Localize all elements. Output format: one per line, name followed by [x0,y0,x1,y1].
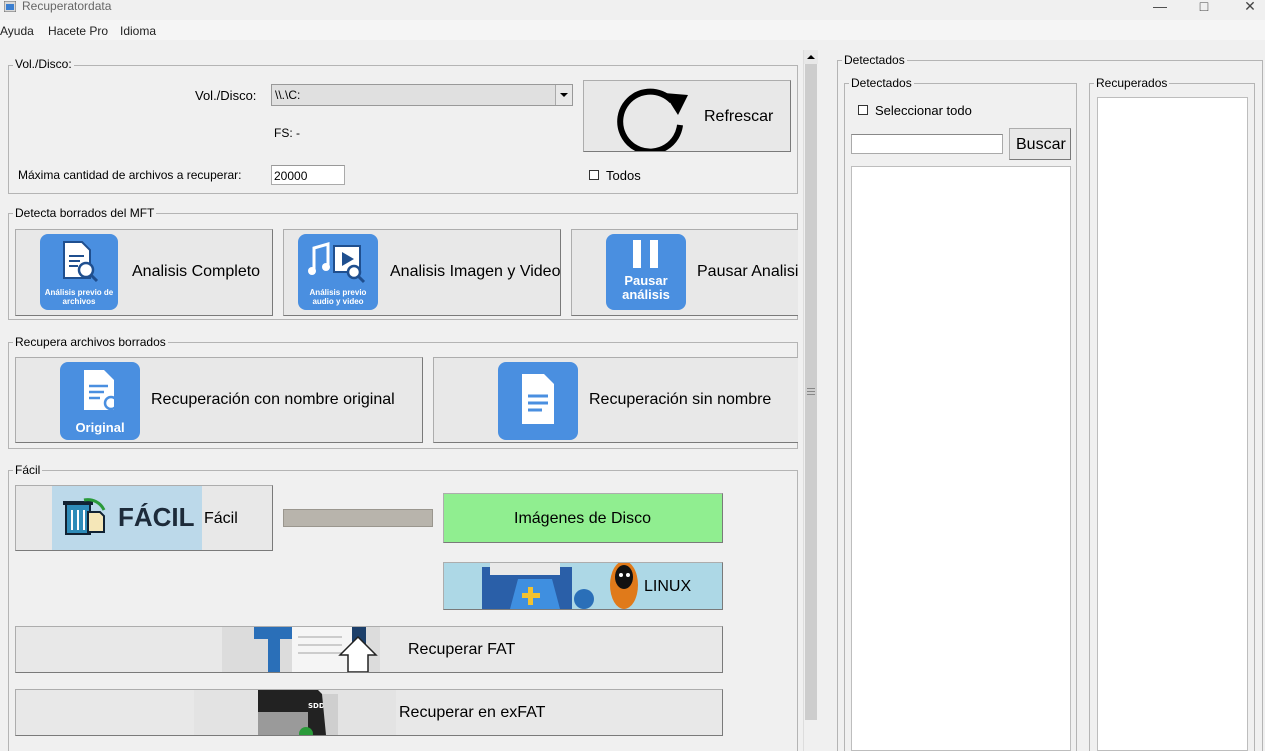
fat-icon [222,627,380,672]
media-analysis-button[interactable]: Análisis previo audio y video Analisis I… [283,229,561,316]
recover-original-label: Recuperación con nombre original [151,391,395,408]
detected-list[interactable] [851,166,1071,751]
volume-label: Vol./Disco: [195,88,257,103]
refresh-button[interactable]: Refrescar [583,80,791,152]
media-analysis-icon-caption: Análisis previo audio y video [309,288,367,306]
max-files-label: Máxima cantidad de archivos a recuperar: [18,168,242,182]
select-all-checkbox[interactable] [858,105,868,115]
sd-card-icon: SDD [194,690,396,735]
recover-group-legend: Recupera archivos borrados [13,335,168,349]
document-restore-icon: Original [60,362,140,440]
recover-exfat-label: Recuperar en exFAT [399,704,546,721]
progress-bar [283,509,433,527]
trash-restore-icon [63,498,106,535]
max-files-input[interactable]: 20000 [271,165,345,185]
sd-card-caption: SDD [308,702,325,710]
vertical-scrollbar[interactable] [803,50,818,751]
mft-group-legend: Detecta borrados del MFT [13,206,157,220]
title-bar: Recuperatordata — □ ✕ [0,0,1265,20]
recovered-list[interactable] [1097,97,1248,751]
volume-select-value: \\.\C: [275,88,301,102]
full-analysis-label: Analisis Completo [132,263,261,280]
full-analysis-icon-caption: Análisis previo de archivos [44,288,114,306]
easy-group-legend: Fácil [13,463,43,477]
chevron-down-icon[interactable] [555,85,572,105]
menu-ayuda[interactable]: Ayuda [0,24,34,38]
easy-button[interactable]: FÁCIL Fácil [15,485,273,551]
linux-button[interactable]: LINUX [443,562,723,610]
disk-images-label: Imágenes de Disco [514,510,651,527]
full-analysis-button[interactable]: Análisis previo de archivos Analisis Com… [15,229,273,316]
menu-bar: Ayuda Hacete Pro Idioma [0,20,1265,40]
todos-checkbox[interactable] [589,170,599,180]
detected-panel-legend: Detectados [842,53,907,67]
pause-icon: Pausar análisis [606,234,686,310]
recover-original-button[interactable]: Original Recuperación con nombre origina… [15,357,423,443]
fs-label: FS: - [274,126,300,140]
search-input[interactable] [851,134,1003,154]
recover-noname-button[interactable]: Recuperación sin nombre [433,357,798,443]
search-button-label: Buscar [1016,136,1066,153]
recover-fat-button[interactable]: Recuperar FAT [15,626,723,673]
recover-fat-label: Recuperar FAT [408,641,516,658]
easy-banner: FÁCIL [52,486,202,550]
media-search-icon: Análisis previo audio y video [298,234,378,310]
scroll-up-icon[interactable] [804,50,818,64]
scroll-thumb[interactable] [805,64,817,720]
volume-group-legend: Vol./Disco: [13,57,74,71]
disk-images-button[interactable]: Imágenes de Disco [443,493,723,543]
linux-folder-icon [482,563,638,609]
document-search-icon: Análisis previo de archivos [40,234,118,310]
todos-label: Todos [606,168,641,183]
menu-idioma[interactable]: Idioma [120,24,156,38]
max-files-value: 20000 [274,169,308,183]
linux-label: LINUX [644,578,692,595]
window-title: Recuperatordata [22,0,112,13]
document-icon [498,362,578,440]
media-analysis-label: Analisis Imagen y Video [390,263,561,280]
refresh-label: Refrescar [704,108,774,125]
easy-label: Fácil [204,510,238,527]
recover-exfat-button[interactable]: SDD Recuperar en exFAT [15,689,723,736]
minimize-icon[interactable]: — [1137,0,1183,14]
volume-select[interactable]: \\.\C: [271,84,573,106]
refresh-icon [617,88,688,151]
recover-noname-label: Recuperación sin nombre [589,391,772,408]
select-all-label: Seleccionar todo [875,103,972,118]
pause-analysis-label: Pausar Analisi [697,263,798,280]
menu-hacete-pro[interactable]: Hacete Pro [48,24,108,38]
recover-original-icon-caption: Original [75,420,125,435]
pause-icon-caption: Pausar análisis [622,273,670,302]
search-button[interactable]: Buscar [1009,128,1071,160]
close-icon[interactable]: ✕ [1227,0,1265,14]
easy-banner-caption: FÁCIL [118,502,195,532]
maximize-icon[interactable]: □ [1181,0,1227,14]
app-icon [4,1,16,12]
detected-list-legend: Detectados [849,76,914,90]
recovered-list-legend: Recuperados [1094,76,1170,90]
pause-analysis-button[interactable]: Pausar análisis Pausar Analisi [571,229,798,316]
